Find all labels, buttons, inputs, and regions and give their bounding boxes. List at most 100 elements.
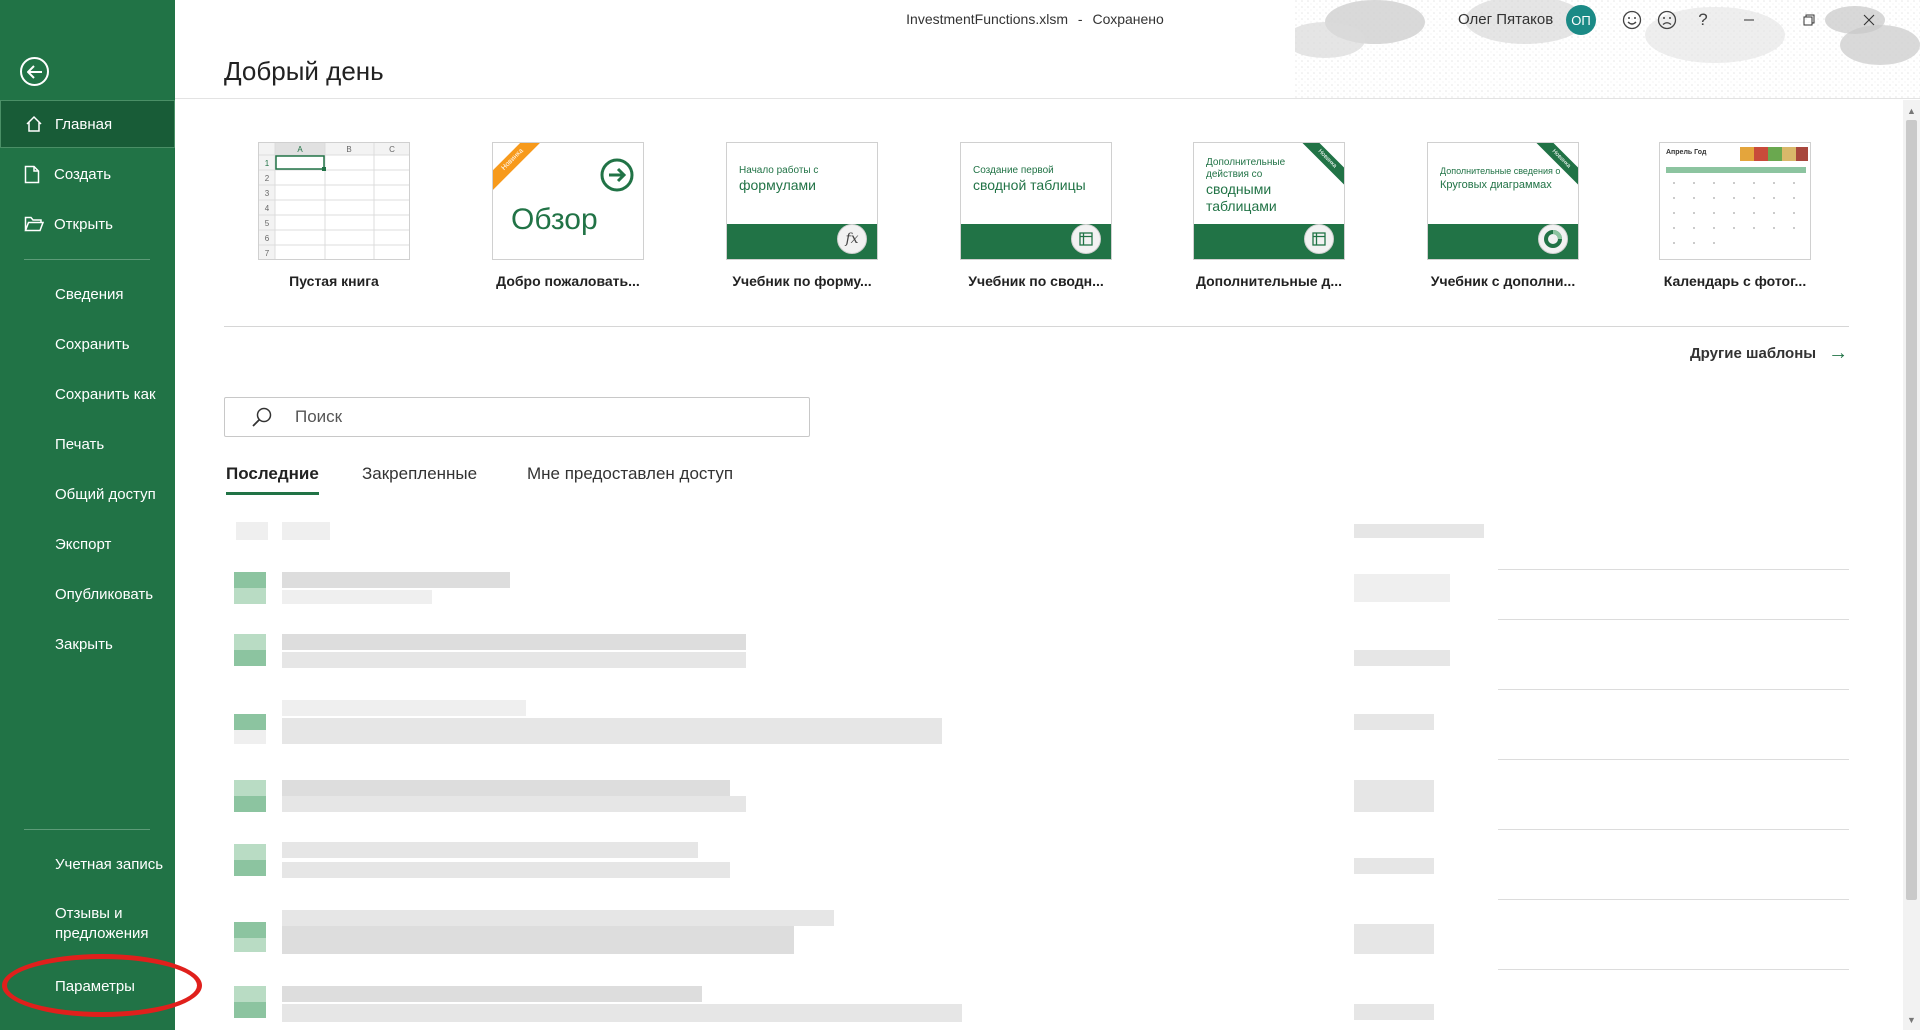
template-name: Пустая книга [289,273,379,289]
file-name-blurred [282,700,526,716]
close-icon[interactable] [1855,6,1883,34]
function-icon: fx [837,224,867,254]
sidebar-divider [24,259,150,260]
svg-text:C: C [389,145,395,154]
svg-text:B: B [346,145,351,154]
user-name[interactable]: Олег Пятаков [1458,11,1553,28]
calendar-grid-icon [1666,147,1808,244]
template-thumbnail: Новинка Дополнительные сведения о Кругов… [1427,142,1579,260]
template-welcome-tour[interactable]: Новинка Обзор Добро пожаловать... [468,142,668,289]
help-icon[interactable]: ? [1689,6,1717,34]
search-box[interactable] [224,397,810,437]
restore-icon[interactable] [1795,6,1823,34]
search-input[interactable] [295,407,775,427]
file-name-blurred [282,842,698,858]
smiley-icon[interactable] [1618,6,1646,34]
file-name-blurred [282,572,510,588]
thumb-title: сводной таблицы [973,177,1086,193]
sidebar-item-home[interactable]: Главная [0,100,175,148]
sidebar-item-label: Открыть [54,215,113,233]
file-date-blurred [1354,524,1484,538]
thumb-text: Начало работы с формулами [739,165,818,194]
thumb-subtitle: Дополнительные сведения о [1440,166,1561,176]
svg-text:3: 3 [265,189,270,198]
pie-chart-icon [1538,224,1568,254]
save-status: Сохранено [1092,11,1164,27]
new-badge: Новинка [493,143,547,194]
template-formulas-tutorial[interactable]: Начало работы с формулами fx Учебник по … [702,142,902,289]
scroll-thumb[interactable] [1906,120,1917,900]
back-button[interactable] [20,57,49,86]
thumb-subtitle: Создание первой [973,165,1054,176]
sidebar-item-feedback[interactable]: Отзывы и предложения [0,898,175,952]
thumb-text: Дополнительные действия со сводными табл… [1206,157,1316,215]
title-bar: InvestmentFunctions.xlsm - Сохранено Оле… [175,0,1920,98]
scroll-down-icon[interactable]: ▼ [1903,1011,1920,1028]
sidebar-item-info[interactable]: Сведения [0,270,175,318]
template-pie-charts[interactable]: Новинка Дополнительные сведения о Кругов… [1403,142,1603,289]
template-blank-workbook[interactable]: A B C 1 2 3 4 5 6 7 Пустая книга [234,142,434,289]
excel-file-icon-shade [234,780,266,796]
tab-recent[interactable]: Последние [226,464,319,495]
sidebar-item-close[interactable]: Закрыть [0,620,175,668]
scroll-up-icon[interactable]: ▲ [1903,102,1920,119]
sidebar-item-publish[interactable]: Опубликовать [0,570,175,618]
sidebar-item-label: Закрыть [55,635,113,653]
thumb-subtitle: Начало работы с [739,165,819,176]
file-name-blurred [282,780,730,796]
template-thumbnail: Начало работы с формулами fx [726,142,878,260]
file-date-blurred [1354,1004,1434,1020]
thumb-text: Обзор [511,203,598,236]
sidebar-item-save-as[interactable]: Сохранить как [0,370,175,418]
list-item[interactable] [224,550,1849,620]
svg-text:6: 6 [265,234,270,243]
home-icon [25,115,53,133]
frown-icon[interactable] [1653,6,1681,34]
excel-file-icon [234,922,266,938]
sidebar-item-new[interactable]: Создать [0,150,175,198]
list-item[interactable] [224,620,1849,690]
file-date-blurred [1354,924,1434,954]
tab-shared-with-me[interactable]: Мне предоставлен доступ [527,464,733,492]
list-item[interactable] [224,760,1849,830]
sidebar-item-account[interactable]: Учетная запись [0,840,175,888]
template-photo-calendar[interactable]: Апрель Год Календарь с фотог... [1635,142,1835,289]
tab-pinned[interactable]: Закрепленные [362,464,477,492]
file-path-blurred [282,590,432,604]
sidebar-item-label: Главная [55,115,113,133]
svg-text:4: 4 [265,204,270,213]
title-separator: - [1077,11,1083,27]
sidebar-item-save[interactable]: Сохранить [0,320,175,368]
list-item[interactable] [224,690,1849,760]
sidebar-item-print[interactable]: Печать [0,420,175,468]
page-title: Добрый день [224,56,384,86]
template-advanced-pivot[interactable]: Новинка Дополнительные действия со сводн… [1169,142,1369,289]
vertical-scrollbar[interactable]: ▲ ▼ [1903,100,1920,1030]
avatar[interactable]: ОП [1566,5,1596,35]
minimize-icon[interactable] [1735,6,1763,34]
header-divider [175,98,1920,99]
template-thumbnail: Новинка Обзор [492,142,644,260]
sidebar-item-label: Параметры [55,977,135,995]
file-icon-blurred [236,522,268,540]
excel-file-icon-shade [234,844,266,860]
sidebar-item-label: Создать [54,165,112,183]
sidebar-item-label: Отзывы и предложения [55,904,149,944]
sidebar-item-label: Сохранить [55,335,130,353]
sidebar-item-open[interactable]: Открыть [0,200,175,248]
excel-file-icon-shade [234,730,266,744]
file-date-blurred [1354,780,1434,812]
template-pivot-tutorial[interactable]: Создание первой сводной таблицы Учебник … [936,142,1136,289]
excel-file-icon-shade [234,986,266,1002]
pivot-table-icon [1304,224,1334,254]
more-templates-link[interactable]: Другие шаблоны → [1690,342,1848,365]
sidebar-item-export[interactable]: Экспорт [0,520,175,568]
arrow-right-circle-icon [600,158,634,192]
list-item[interactable] [224,830,1849,900]
list-item[interactable] [224,970,1849,1030]
file-name-blurred [282,522,330,540]
more-templates-label: Другие шаблоны [1690,345,1817,362]
list-item[interactable] [224,900,1849,970]
sidebar-item-options[interactable]: Параметры [0,962,175,1010]
sidebar-item-share[interactable]: Общий доступ [0,470,175,518]
